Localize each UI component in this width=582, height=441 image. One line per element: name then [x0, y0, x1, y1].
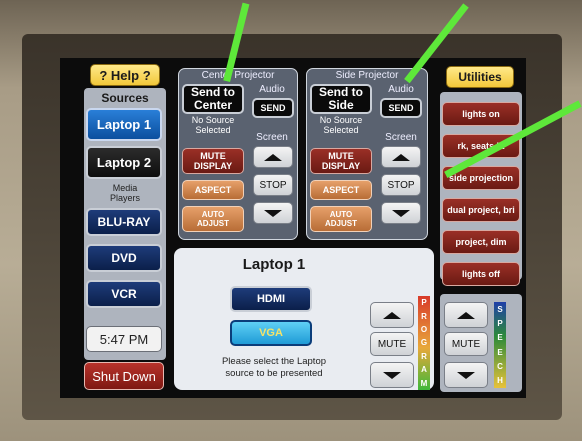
side-screen-stop-button[interactable]: STOP: [381, 174, 421, 196]
center-projector-title: Center Projector: [201, 70, 275, 81]
source-bluray-button[interactable]: BLU-RAY: [86, 208, 162, 236]
utilities-button[interactable]: Utilities: [446, 66, 514, 88]
source-dvd-button[interactable]: DVD: [86, 244, 162, 272]
side-aspect-button[interactable]: ASPECT: [310, 180, 372, 200]
center-status-text: No Source Selected: [191, 115, 235, 135]
program-letter: M: [420, 378, 428, 388]
sources-header: Sources: [101, 91, 149, 105]
source-instruction-text: Please select the Laptop source to be pr…: [221, 356, 327, 379]
center-screen-down-button[interactable]: [253, 202, 293, 224]
side-audio-send-button[interactable]: SEND: [380, 98, 422, 118]
send-to-center-button[interactable]: Send to Center: [182, 84, 244, 114]
input-hdmi-button[interactable]: HDMI: [230, 286, 312, 312]
side-status-text: No Source Selected: [319, 115, 363, 135]
help-button[interactable]: ? Help ?: [90, 64, 160, 86]
shutdown-button[interactable]: Shut Down: [84, 362, 164, 390]
center-audio-label: Audio: [259, 84, 285, 95]
up-arrow-icon: [392, 153, 410, 161]
down-arrow-icon: [392, 209, 410, 217]
program-letter: G: [420, 338, 428, 348]
program-letter: R: [421, 351, 427, 361]
center-mute-display-button[interactable]: MUTE DISPLAY: [182, 148, 244, 174]
side-mute-display-button[interactable]: MUTE DISPLAY: [310, 148, 372, 174]
speech-volume-up-button[interactable]: [444, 302, 488, 328]
up-arrow-icon: [457, 311, 475, 319]
center-audio-send-button[interactable]: SEND: [252, 98, 294, 118]
program-volume-meter: P R O G R A M: [418, 296, 430, 390]
clock-display: 5:47 PM: [86, 326, 162, 352]
center-screen-stop-button[interactable]: STOP: [253, 174, 293, 196]
side-screen-up-button[interactable]: [381, 146, 421, 168]
side-screen-label: Screen: [385, 132, 417, 143]
touch-screen: ? Help ? Sources Laptop 1 Laptop 2 Media…: [60, 58, 526, 398]
speech-letter: E: [497, 333, 503, 343]
media-players-label: Media Players: [109, 183, 140, 203]
device-bezel: ? Help ? Sources Laptop 1 Laptop 2 Media…: [0, 0, 582, 441]
source-laptop1-button[interactable]: Laptop 1: [86, 108, 162, 141]
center-aspect-button[interactable]: ASPECT: [182, 180, 244, 200]
speech-letter: C: [497, 361, 503, 371]
source-detail-title: Laptop 1: [242, 256, 306, 273]
input-vga-button[interactable]: VGA: [230, 320, 312, 346]
preset-lights-on-button[interactable]: lights on: [442, 102, 520, 126]
program-letter: R: [421, 311, 427, 321]
side-auto-adjust-button[interactable]: AUTO ADJUST: [310, 206, 372, 232]
program-mute-button[interactable]: MUTE: [370, 332, 414, 356]
center-screen-up-button[interactable]: [253, 146, 293, 168]
program-letter: A: [421, 365, 427, 375]
down-arrow-icon: [264, 209, 282, 217]
preset-dual-project-button[interactable]: dual project, bri: [442, 198, 520, 222]
speech-volume-down-button[interactable]: [444, 362, 488, 388]
down-arrow-icon: [457, 371, 475, 379]
send-to-side-button[interactable]: Send to Side: [310, 84, 372, 114]
center-auto-adjust-button[interactable]: AUTO ADJUST: [182, 206, 244, 232]
up-arrow-icon: [383, 311, 401, 319]
up-arrow-icon: [264, 153, 282, 161]
source-vcr-button[interactable]: VCR: [86, 280, 162, 308]
side-audio-label: Audio: [388, 84, 414, 95]
speech-mute-button[interactable]: MUTE: [444, 332, 488, 356]
speech-letter: P: [497, 318, 503, 328]
program-letter: O: [420, 325, 428, 335]
program-letter: P: [421, 298, 427, 308]
center-screen-label: Screen: [256, 132, 288, 143]
speech-letter: S: [497, 304, 503, 314]
speech-volume-meter: S P E E C H: [494, 302, 506, 388]
preset-lights-off-button[interactable]: lights off: [442, 262, 520, 286]
source-laptop2-button[interactable]: Laptop 2: [86, 146, 162, 179]
speech-letter: H: [497, 376, 503, 386]
speech-letter: E: [497, 347, 503, 357]
side-screen-down-button[interactable]: [381, 202, 421, 224]
program-volume-down-button[interactable]: [370, 362, 414, 388]
down-arrow-icon: [383, 371, 401, 379]
preset-project-dim-button[interactable]: project, dim: [442, 230, 520, 254]
program-volume-up-button[interactable]: [370, 302, 414, 328]
